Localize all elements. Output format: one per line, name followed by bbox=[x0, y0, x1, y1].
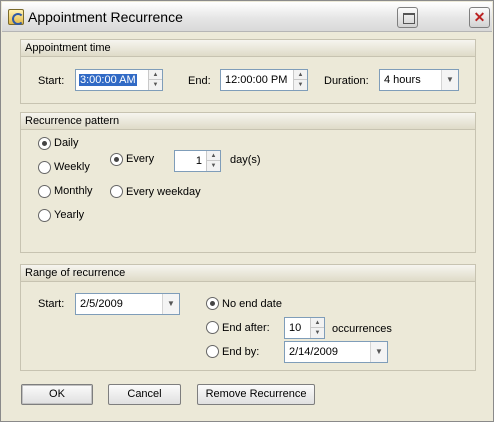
weekly-radio[interactable] bbox=[38, 161, 51, 174]
start-time-label: Start: bbox=[38, 75, 65, 87]
start-time-spinner[interactable]: ▲ ▼ bbox=[148, 70, 162, 90]
spin-down-icon[interactable]: ▼ bbox=[311, 328, 324, 338]
range-start-label: Start: bbox=[38, 298, 65, 310]
end-by-label: End by: bbox=[222, 346, 260, 358]
daily-label: Daily bbox=[54, 137, 79, 149]
spin-down-icon[interactable]: ▼ bbox=[149, 80, 162, 90]
duration-value: 4 hours bbox=[384, 74, 421, 86]
every-weekday-label: Every weekday bbox=[126, 186, 201, 198]
spin-up-icon[interactable]: ▲ bbox=[294, 70, 307, 80]
chevron-down-icon[interactable]: ▼ bbox=[370, 342, 387, 362]
close-button[interactable]: ✕ bbox=[469, 7, 490, 28]
recurrence-pattern-header: Recurrence pattern bbox=[21, 113, 475, 130]
range-start-date-picker[interactable]: 2/5/2009 ▼ bbox=[75, 293, 180, 315]
end-by-radio[interactable] bbox=[206, 345, 219, 358]
no-end-date-label: No end date bbox=[222, 298, 282, 310]
recurrence-icon bbox=[8, 9, 24, 25]
end-time-value: 12:00:00 PM bbox=[225, 74, 288, 86]
spin-up-icon[interactable]: ▲ bbox=[311, 318, 324, 328]
chevron-down-icon[interactable]: ▼ bbox=[441, 70, 458, 90]
range-of-recurrence-header: Range of recurrence bbox=[21, 265, 475, 282]
every-weekday-radio[interactable] bbox=[110, 185, 123, 198]
daily-radio[interactable] bbox=[38, 137, 51, 150]
appointment-time-header: Appointment time bbox=[21, 40, 475, 57]
every-n-days-radio[interactable] bbox=[110, 153, 123, 166]
title-bar: Appointment Recurrence ✕ bbox=[2, 2, 492, 32]
occurrences-value: 10 bbox=[289, 322, 302, 334]
occurrences-unit-label: occurrences bbox=[332, 323, 392, 335]
spin-up-icon[interactable]: ▲ bbox=[149, 70, 162, 80]
end-time-input[interactable]: 12:00:00 PM ▲ ▼ bbox=[220, 69, 308, 91]
cancel-button[interactable]: Cancel bbox=[108, 384, 181, 405]
spin-up-icon[interactable]: ▲ bbox=[207, 151, 220, 161]
yearly-radio[interactable] bbox=[38, 209, 51, 222]
end-by-value: 2/14/2009 bbox=[289, 346, 338, 358]
close-icon: ✕ bbox=[473, 9, 486, 25]
end-time-spinner[interactable]: ▲ ▼ bbox=[293, 70, 307, 90]
no-end-date-radio[interactable] bbox=[206, 297, 219, 310]
every-days-spinner[interactable]: ▲ ▼ bbox=[206, 151, 220, 171]
maximize-button[interactable] bbox=[397, 7, 418, 28]
window-title: Appointment Recurrence bbox=[28, 9, 183, 25]
ok-button[interactable]: OK bbox=[21, 384, 93, 405]
duration-select[interactable]: 4 hours ▼ bbox=[379, 69, 459, 91]
end-after-label: End after: bbox=[222, 322, 270, 334]
spin-down-icon[interactable]: ▼ bbox=[294, 80, 307, 90]
start-time-input[interactable]: 3:00:00 AM ▲ ▼ bbox=[75, 69, 163, 91]
spin-down-icon[interactable]: ▼ bbox=[207, 161, 220, 171]
weekly-label: Weekly bbox=[54, 161, 90, 173]
range-start-value: 2/5/2009 bbox=[80, 298, 123, 310]
end-after-radio[interactable] bbox=[206, 321, 219, 334]
chevron-down-icon[interactable]: ▼ bbox=[162, 294, 179, 314]
occurrences-spinner[interactable]: ▲ ▼ bbox=[310, 318, 324, 338]
every-days-input[interactable]: 1 ▲ ▼ bbox=[174, 150, 221, 172]
end-time-label: End: bbox=[188, 75, 211, 87]
duration-label: Duration: bbox=[324, 75, 369, 87]
remove-recurrence-button[interactable]: Remove Recurrence bbox=[197, 384, 315, 405]
end-by-date-picker[interactable]: 2/14/2009 ▼ bbox=[284, 341, 388, 363]
recurrence-pattern-group: Recurrence pattern bbox=[20, 112, 476, 253]
start-time-value: 3:00:00 AM bbox=[79, 74, 137, 86]
occurrences-input[interactable]: 10 ▲ ▼ bbox=[284, 317, 325, 339]
every-label: Every bbox=[126, 153, 155, 165]
appointment-recurrence-dialog: Appointment Recurrence ✕ Appointment tim… bbox=[0, 0, 494, 422]
monthly-label: Monthly bbox=[54, 185, 93, 197]
every-days-value: 1 bbox=[195, 155, 202, 167]
monthly-radio[interactable] bbox=[38, 185, 51, 198]
yearly-label: Yearly bbox=[54, 209, 85, 221]
days-unit-label: day(s) bbox=[230, 154, 261, 166]
